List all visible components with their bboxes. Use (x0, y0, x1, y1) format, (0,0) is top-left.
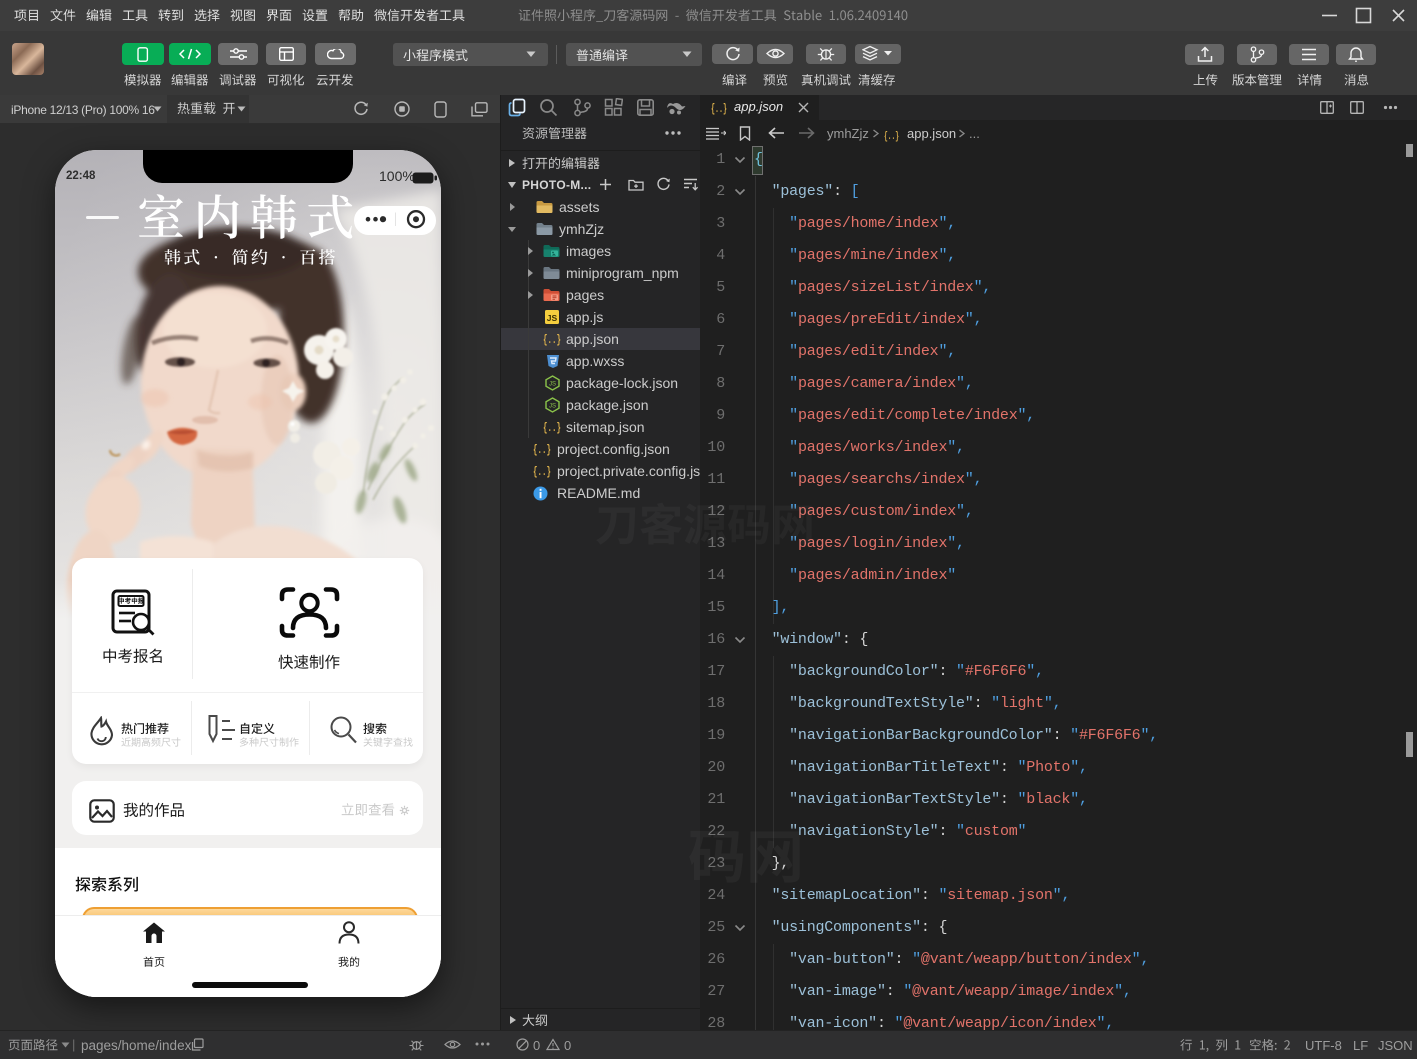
svg-text:{..}: {..} (533, 443, 551, 456)
svg-text:{..}: {..} (711, 102, 727, 115)
svg-text:{..}: {..} (543, 333, 561, 346)
svg-text:{..}: {..} (884, 131, 899, 142)
svg-text:JS: JS (547, 313, 558, 323)
svg-text:JS: JS (549, 404, 556, 410)
svg-text:{..}: {..} (543, 421, 561, 434)
svg-text:{..}: {..} (533, 465, 551, 478)
svg-text:JS: JS (549, 382, 556, 388)
